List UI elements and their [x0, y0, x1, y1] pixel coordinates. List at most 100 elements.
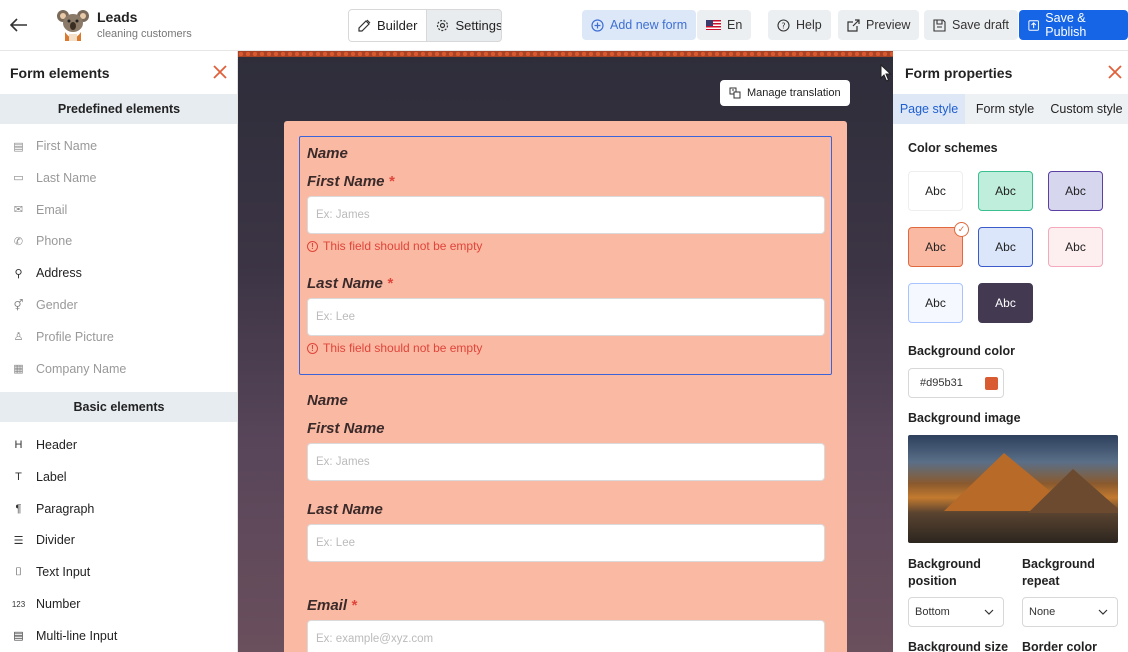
background-color-field[interactable]: #d95b31 [908, 368, 1004, 398]
element-address[interactable]: ⚲ Address [12, 263, 81, 283]
element-divider[interactable]: ☰ Divider [12, 530, 75, 550]
element-profile-picture[interactable]: ♙ Profile Picture [12, 327, 114, 347]
mode-switch: Builder Settings [348, 9, 502, 42]
background-image-label: Background image [908, 411, 1021, 425]
element-multi-line-input[interactable]: ▤ Multi-line Input [12, 626, 117, 646]
selected-name-group[interactable] [299, 136, 832, 375]
color-scheme-1[interactable]: Abc [908, 171, 963, 211]
element-label: Paragraph [36, 501, 95, 516]
email-input[interactable]: Ex: example@xyz.com [307, 620, 825, 652]
element-label: Number [36, 597, 81, 611]
mail-icon: ✉ [13, 204, 24, 217]
color-scheme-6[interactable]: Abc [1048, 227, 1103, 267]
user-icon: ♙ [13, 331, 24, 344]
phone-icon: ✆ [13, 235, 24, 248]
first-name-input[interactable]: Ex: James [307, 196, 825, 234]
form-title: Leads [97, 9, 138, 25]
element-number[interactable]: 123 Number [11, 594, 81, 614]
form-card: Name First Name * Ex: James ! This field s… [284, 121, 847, 652]
color-scheme-2[interactable]: Abc [978, 171, 1033, 211]
element-paragraph[interactable]: ¶ Paragraph [12, 499, 95, 519]
element-last-name[interactable]: ▭ Last Name [12, 168, 96, 188]
properties-tabs: Page style Form style Custom style [893, 94, 1128, 124]
tab-page-style[interactable]: Page style [893, 94, 965, 124]
gender-icon: ⚥ [13, 299, 24, 312]
background-color-label: Background color [908, 344, 1015, 358]
person-icon: ⚲ [14, 267, 23, 280]
color-scheme-7[interactable]: Abc [908, 283, 963, 323]
save-publish-button[interactable]: Save & Publish [1019, 10, 1128, 40]
text-icon: T [15, 470, 22, 483]
last-name-label: Last Name * [307, 275, 393, 292]
first-name-error: ! This field should not be empty [307, 239, 482, 253]
divider-icon: ☰ [13, 534, 24, 547]
text-input-icon: ⌷ [15, 565, 22, 578]
element-label: Phone [36, 234, 73, 249]
element-first-name[interactable]: ▤ First Name [12, 136, 97, 156]
element-gender[interactable]: ⚥ Gender [12, 295, 78, 315]
scheme-sample-text: Abc [995, 240, 1016, 254]
save-icon [933, 18, 946, 32]
building-icon: ▦ [13, 363, 24, 376]
language-select[interactable]: En [697, 10, 752, 40]
tab-custom-style[interactable]: Custom style [1045, 94, 1128, 124]
chevron-down-icon [1098, 609, 1108, 615]
add-new-form-button[interactable]: Add new form [582, 10, 697, 40]
bg-position-select[interactable]: Bottom [908, 597, 1004, 627]
close-left-panel-button[interactable] [211, 63, 229, 81]
check-icon: ✓ [954, 222, 969, 237]
tab-form-style[interactable]: Form style [965, 94, 1045, 124]
form-elements-title: Form elements [10, 65, 110, 81]
close-icon [1108, 65, 1122, 79]
preview-button[interactable]: Preview [838, 10, 920, 40]
color-scheme-3[interactable]: Abc [1048, 171, 1103, 211]
first-name-2-label: First Name [307, 420, 385, 437]
form-elements-panel: Form elements Predefined elements ▤ First… [0, 51, 238, 652]
number-icon: 123 [11, 599, 26, 609]
multiline-icon: ▤ [13, 630, 24, 643]
element-label[interactable]: T Label [12, 467, 66, 487]
help-button[interactable]: ? Help [768, 10, 831, 40]
scheme-sample-text: Abc [995, 296, 1016, 310]
last-name-2-label: Last Name [307, 501, 383, 518]
preview-label: Preview [866, 18, 911, 32]
last-name-2-input[interactable]: Ex: Lee [307, 524, 825, 562]
publish-label: Save & Publish [1045, 11, 1087, 39]
error-icon: ! [307, 240, 318, 252]
element-header[interactable]: H Header [12, 435, 77, 455]
close-right-panel-button[interactable] [1106, 63, 1124, 81]
element-label: Profile Picture [36, 329, 114, 344]
us-flag-icon [706, 20, 721, 30]
name-group-2-heading: Name [307, 392, 348, 409]
header-icon: H [14, 439, 23, 451]
color-scheme-5[interactable]: Abc [978, 227, 1033, 267]
save-draft-label: Save draft [952, 18, 1009, 32]
element-label: Divider [36, 533, 75, 548]
element-company-name[interactable]: ▦ Company Name [12, 359, 126, 379]
element-label: First Name [36, 139, 98, 153]
form-canvas: Manage translation Name First Name * Ex: … [238, 51, 893, 652]
element-email[interactable]: ✉ Email [12, 200, 67, 220]
background-image-preview[interactable] [908, 435, 1118, 543]
manage-translation-button[interactable]: Manage translation [720, 80, 850, 106]
back-button[interactable] [8, 12, 30, 38]
mountain-peak-2 [1028, 469, 1118, 513]
first-name-2-input[interactable]: Ex: James [307, 443, 825, 481]
color-scheme-4[interactable]: Abc ✓ [908, 222, 969, 267]
element-label: Multi-line Input [36, 628, 118, 643]
bg-repeat-label: Background repeat [1022, 557, 1095, 588]
bg-repeat-select[interactable]: None [1022, 597, 1118, 627]
builder-tab[interactable]: Builder [349, 10, 428, 41]
element-phone[interactable]: ✆ Phone [12, 231, 72, 251]
color-scheme-8[interactable]: Abc [978, 283, 1033, 323]
last-name-input[interactable]: Ex: Lee [307, 298, 825, 336]
settings-tab[interactable]: Settings [427, 10, 502, 41]
bg-position-value: Bottom [915, 606, 950, 618]
save-draft-button[interactable]: Save draft [924, 10, 1018, 40]
background-color-chip[interactable] [984, 376, 998, 390]
element-text-input[interactable]: ⌷ Text Input [12, 562, 90, 582]
manage-translation-label: Manage translation [747, 87, 841, 99]
predefined-section-header: Predefined elements [0, 94, 237, 124]
element-label: Last Name [36, 170, 97, 185]
settings-label: Settings [455, 18, 502, 33]
